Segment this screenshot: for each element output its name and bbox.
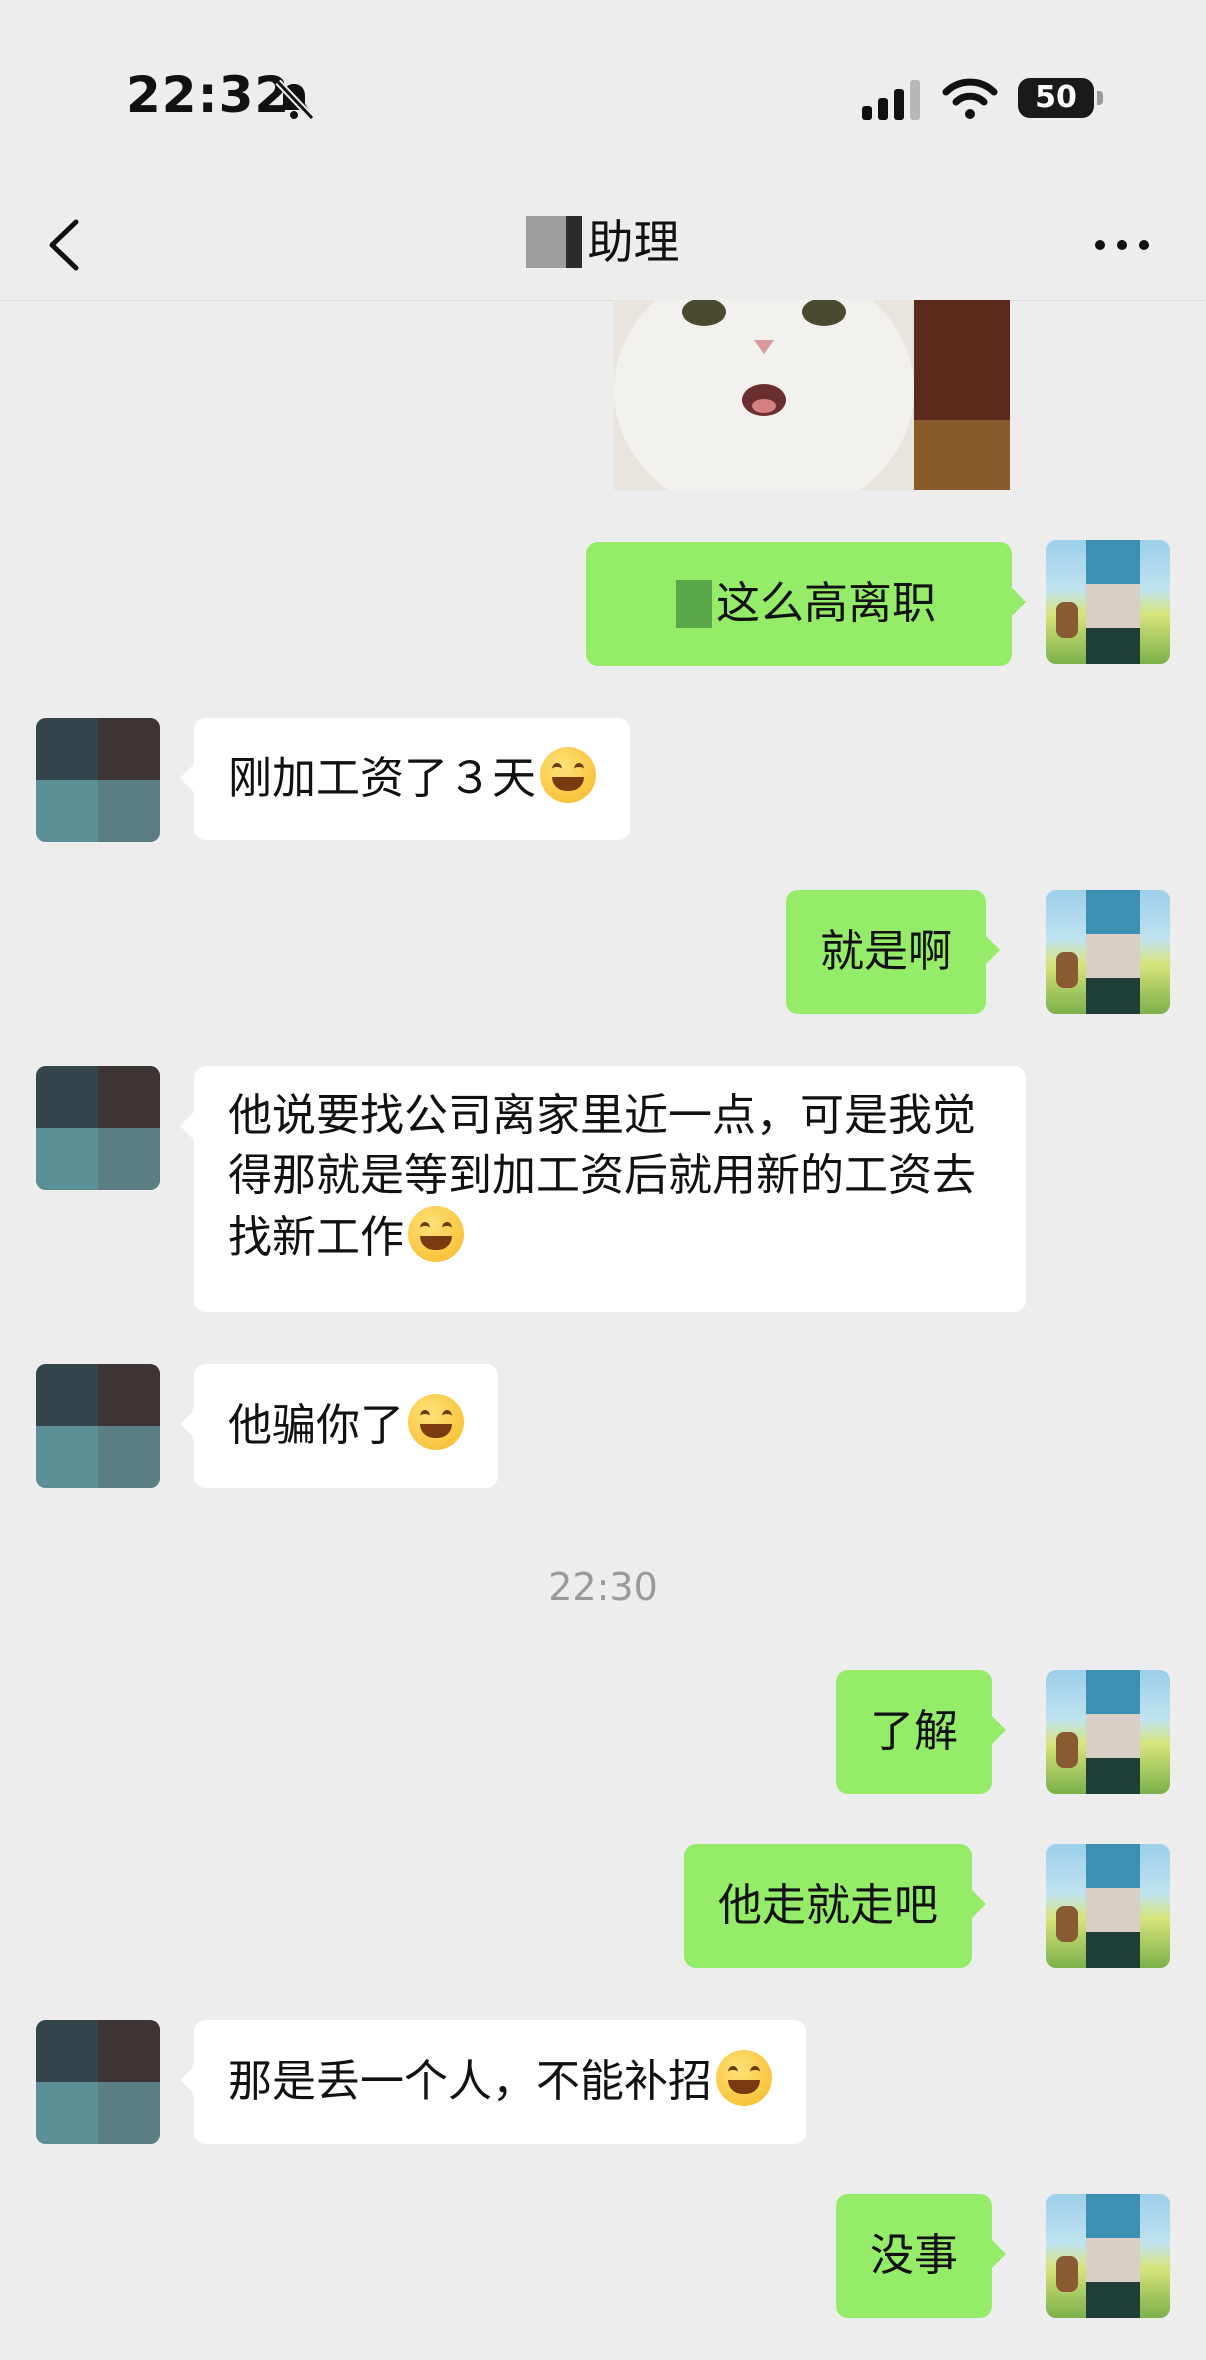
message-bubble-outgoing[interactable]: 他走就走吧: [684, 1844, 986, 1968]
message-bubble-outgoing[interactable]: 了解: [836, 1670, 1006, 1794]
message-text: 他骗你了: [228, 1400, 404, 1451]
message-bubble-incoming[interactable]: 他骗你了: [180, 1364, 498, 1488]
cat-image-message[interactable]: [614, 300, 1010, 490]
message-text: 他走就走吧: [718, 1880, 938, 1931]
grin-emoji-icon: [716, 2050, 772, 2106]
contact-avatar[interactable]: [36, 2020, 160, 2144]
more-dots-icon[interactable]: [1092, 230, 1152, 260]
rofl-emoji-icon: [408, 1206, 464, 1262]
contact-avatar[interactable]: [36, 718, 160, 842]
rofl-emoji-icon: [540, 747, 596, 803]
message-text: 刚加工资了３天: [228, 753, 536, 804]
status-bar: 22:32 50: [0, 0, 1206, 190]
message-timestamp: 22:30: [548, 1565, 658, 1609]
my-avatar[interactable]: [1046, 2194, 1170, 2318]
message-text: 那是丢一个人，不能补招: [228, 2056, 712, 2107]
grin-emoji-icon: [408, 1394, 464, 1450]
message-bubble-outgoing[interactable]: 没事: [836, 2194, 1006, 2318]
status-time: 22:32: [126, 66, 291, 124]
message-text: 这么高离职: [716, 578, 936, 629]
message-text: 就是啊: [820, 926, 952, 977]
contact-avatar[interactable]: [36, 1364, 160, 1488]
redacted-name-block: [526, 216, 583, 268]
message-bubble-outgoing[interactable]: 就是啊: [786, 890, 1000, 1014]
my-avatar[interactable]: [1046, 890, 1170, 1014]
message-bubble-incoming[interactable]: 刚加工资了３天: [180, 718, 630, 840]
my-avatar[interactable]: [1046, 1670, 1170, 1794]
bell-slash-icon: [275, 79, 315, 121]
my-avatar[interactable]: [1046, 1844, 1170, 1968]
wifi-icon: [942, 78, 998, 119]
my-avatar[interactable]: [1046, 540, 1170, 664]
cellular-signal-icon: [862, 80, 920, 120]
chat-header: 助理: [0, 190, 1206, 301]
message-bubble-outgoing[interactable]: 这么高离职: [586, 542, 1026, 666]
message-bubble-incoming[interactable]: 那是丢一个人，不能补招: [180, 2020, 806, 2144]
battery-indicator: 50: [1018, 78, 1104, 118]
message-bubble-incoming[interactable]: 他说要找公司离家里近一点，可是我觉得那就是等到加工资后就用新的工资去找新工作: [180, 1066, 1026, 1312]
redacted-block: [676, 580, 712, 628]
contact-avatar[interactable]: [36, 1066, 160, 1190]
message-text: 他说要找公司离家里近一点，可是我觉得那就是等到加工资后就用新的工资去找新工作: [228, 1090, 976, 1263]
chat-title: 助理: [587, 215, 680, 269]
message-text: 了解: [870, 1706, 958, 1757]
message-text: 没事: [870, 2230, 958, 2281]
